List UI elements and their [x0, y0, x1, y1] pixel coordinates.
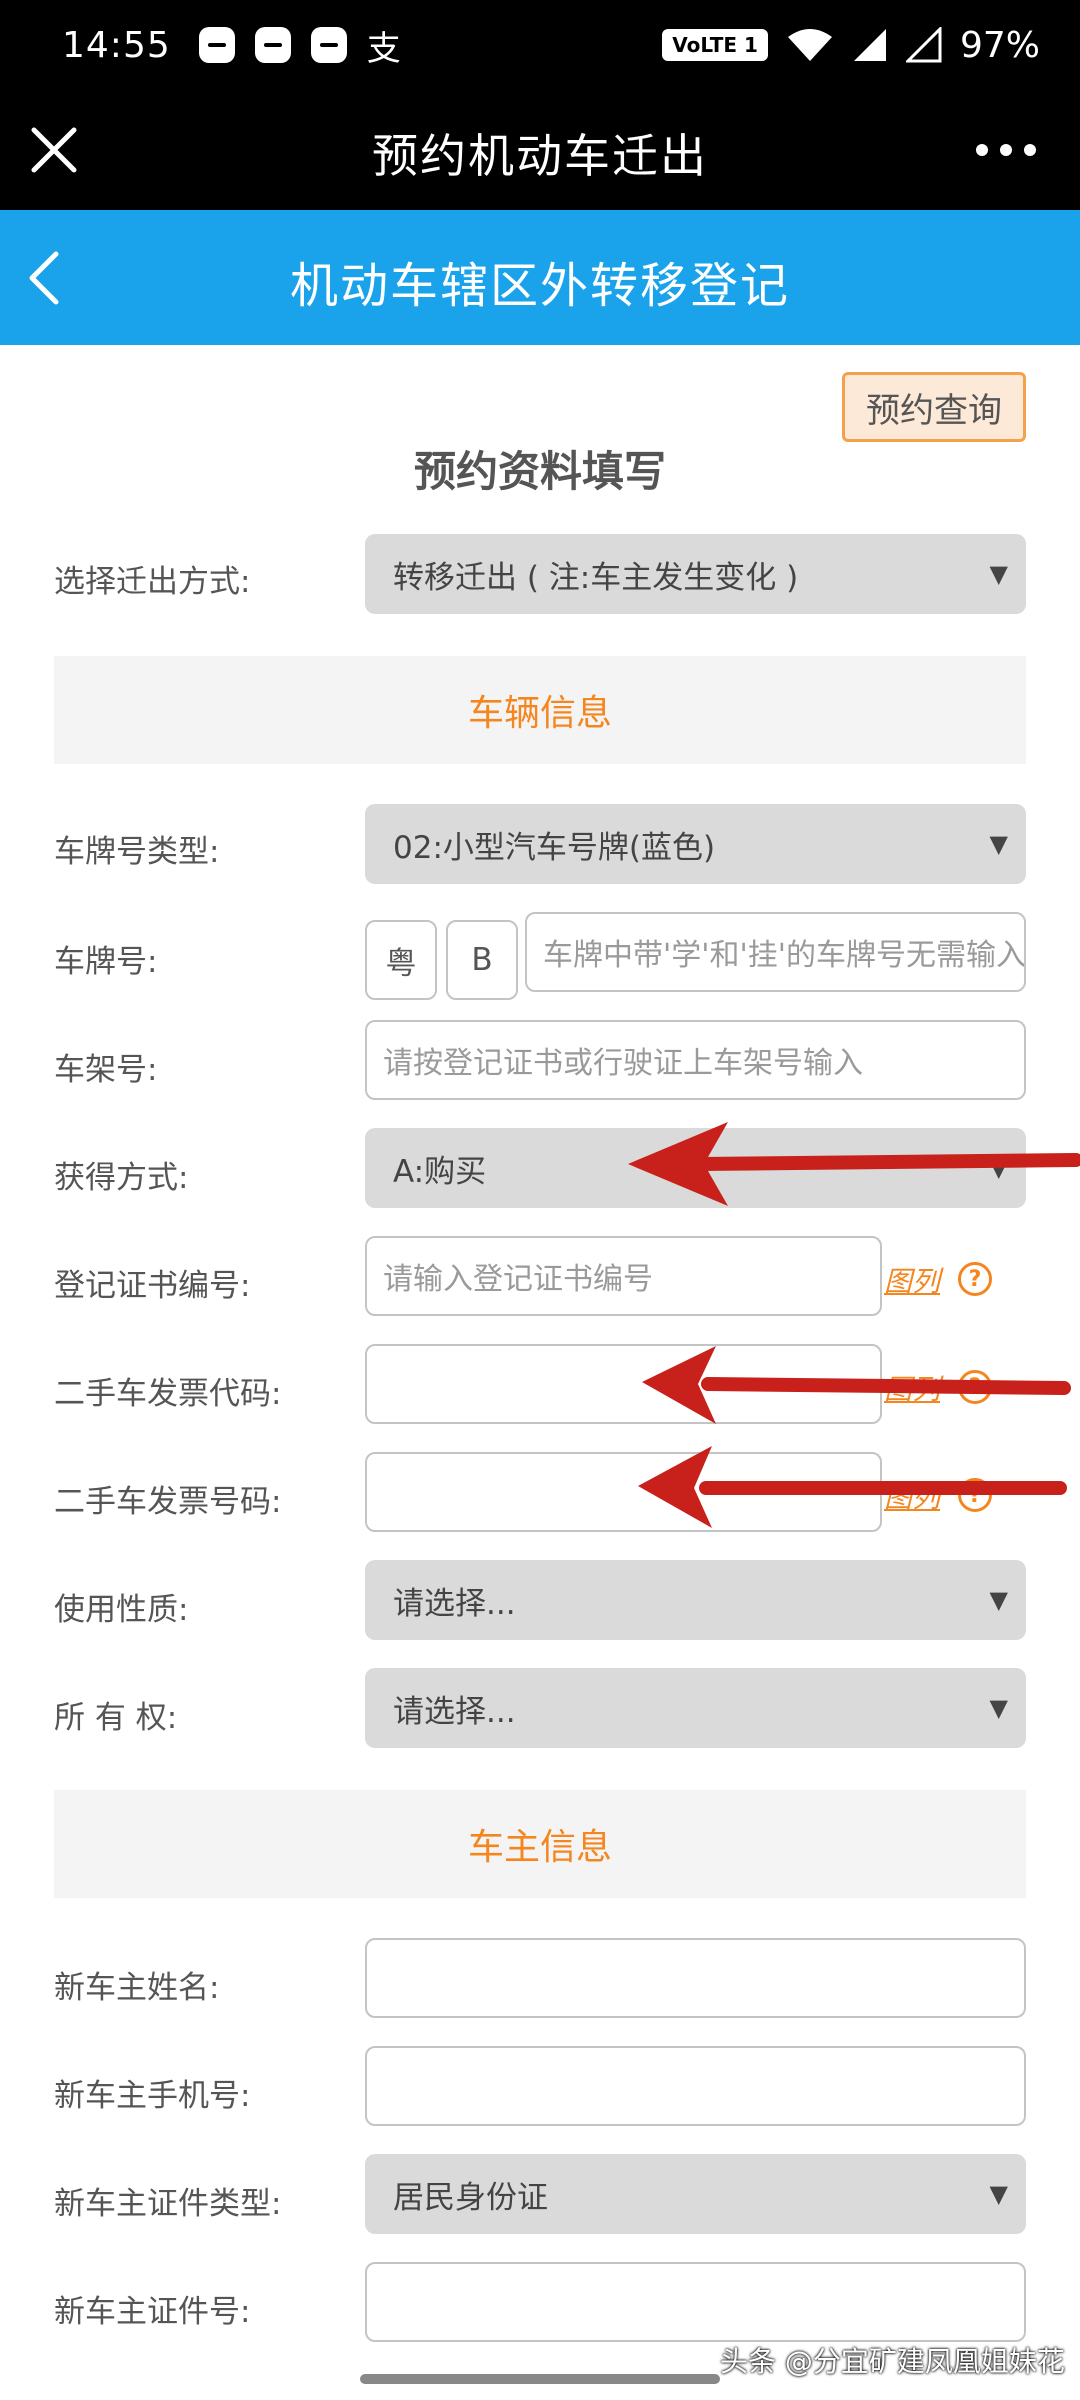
wechat-icon [310, 27, 347, 63]
owner-phone-input[interactable] [365, 2046, 1026, 2126]
cert-number-label: 登记证书编号: [54, 1268, 251, 1304]
invoice-number-label: 二手车发票号码: [54, 1484, 282, 1520]
owner-phone-label: 新车主手机号: [54, 2078, 251, 2114]
owner-id-type-value: 居民身份证 [393, 2179, 548, 2216]
ownership-value: 请选择... [393, 1693, 516, 1730]
plate-number-input[interactable]: 车牌中带'学'和'挂'的车牌号无需输入 [525, 912, 1026, 992]
signal-icon [853, 29, 886, 61]
dropdown-caret-icon: ▼ [989, 560, 1008, 588]
dropdown-caret-icon: ▼ [989, 830, 1008, 858]
owner-id-number-input[interactable] [365, 2262, 1026, 2342]
alipay-icon: 支 [366, 28, 401, 69]
invoice-code-example-link[interactable]: 图列 [884, 1368, 940, 1408]
page-header: 机动车辖区外转移登记 [0, 210, 1080, 345]
owner-id-type-select[interactable]: 居民身份证 ▼ [365, 2154, 1026, 2234]
acquire-method-value: A:购买 [393, 1153, 487, 1190]
plate-letter-select[interactable]: B [446, 920, 518, 1000]
vehicle-info-section: 车辆信息 [54, 656, 1026, 764]
invoice-code-input[interactable] [365, 1344, 882, 1424]
cert-example-link[interactable]: 图列 [884, 1260, 940, 1300]
webview-title-bar: 预约机动车迁出 [0, 90, 1080, 210]
question-icon[interactable]: ? [958, 1262, 992, 1296]
usage-label: 使用性质: [54, 1592, 189, 1628]
battery-level: 97% [959, 24, 1040, 66]
wifi-icon [787, 29, 832, 61]
status-time: 14:55 [62, 24, 171, 66]
appointment-query-button[interactable]: 预约查询 [842, 372, 1026, 442]
plate-type-label: 车牌号类型: [54, 834, 220, 870]
status-bar: 14:55 支 VoLTE 1 97% [0, 0, 1080, 90]
form-title: 预约资料填写 [413, 447, 666, 496]
vin-label: 车架号: [54, 1052, 158, 1088]
notification-icons: 支 [198, 21, 401, 70]
ownership-label: 所 有 权: [54, 1700, 178, 1736]
transfer-method-select[interactable]: 转移迁出 ( 注:车主发生变化 ) ▼ [365, 534, 1026, 614]
message-app-icon [198, 27, 235, 63]
usage-value: 请选择... [393, 1585, 516, 1622]
acquire-method-select[interactable]: A:购买 ▼ [365, 1128, 1026, 1208]
question-icon[interactable]: ? [958, 1370, 992, 1404]
owner-name-label: 新车主姓名: [54, 1970, 220, 2006]
dropdown-caret-icon: ▼ [989, 1694, 1008, 1722]
calendar-app-icon [254, 27, 291, 63]
signal-2-icon [905, 27, 942, 63]
home-indicator[interactable] [360, 2374, 720, 2384]
plate-number-label: 车牌号: [54, 944, 158, 980]
question-icon[interactable]: ? [958, 1478, 992, 1512]
owner-name-input[interactable] [365, 1938, 1026, 2018]
transfer-method-value: 转移迁出 ( 注:车主发生变化 ) [393, 559, 799, 596]
watermark: 头条 @分宜矿建凤凰姐妹花 [720, 2345, 1065, 2378]
acquire-method-label: 获得方式: [54, 1160, 189, 1196]
cert-number-input[interactable]: 请输入登记证书编号 [365, 1236, 882, 1316]
invoice-code-label: 二手车发票代码: [54, 1376, 282, 1412]
dropdown-caret-icon: ▼ [989, 2180, 1008, 2208]
status-indicators: VoLTE 1 97% [662, 25, 1040, 66]
owner-id-number-label: 新车主证件号: [54, 2294, 251, 2330]
dropdown-caret-icon: ▼ [989, 1154, 1008, 1182]
transfer-method-label: 选择迁出方式: [54, 564, 251, 600]
invoice-number-input[interactable] [365, 1452, 882, 1532]
dropdown-caret-icon: ▼ [989, 1586, 1008, 1614]
ownership-select[interactable]: 请选择... ▼ [365, 1668, 1026, 1748]
owner-id-type-label: 新车主证件类型: [54, 2186, 282, 2222]
plate-type-select[interactable]: 02:小型汽车号牌(蓝色) ▼ [365, 804, 1026, 884]
plate-type-value: 02:小型汽车号牌(蓝色) [393, 829, 716, 866]
plate-province-select[interactable]: 粤 [365, 920, 437, 1000]
owner-info-section: 车主信息 [54, 1790, 1026, 1898]
webview-title: 预约机动车迁出 [372, 129, 708, 183]
vin-input[interactable]: 请按登记证书或行驶证上车架号输入 [365, 1020, 1026, 1100]
usage-select[interactable]: 请选择... ▼ [365, 1560, 1026, 1640]
invoice-number-example-link[interactable]: 图列 [884, 1476, 940, 1516]
more-options-icon[interactable] [976, 130, 1036, 170]
volte-icon: VoLTE 1 [662, 29, 768, 61]
page-title: 机动车辖区外转移登记 [289, 258, 790, 314]
